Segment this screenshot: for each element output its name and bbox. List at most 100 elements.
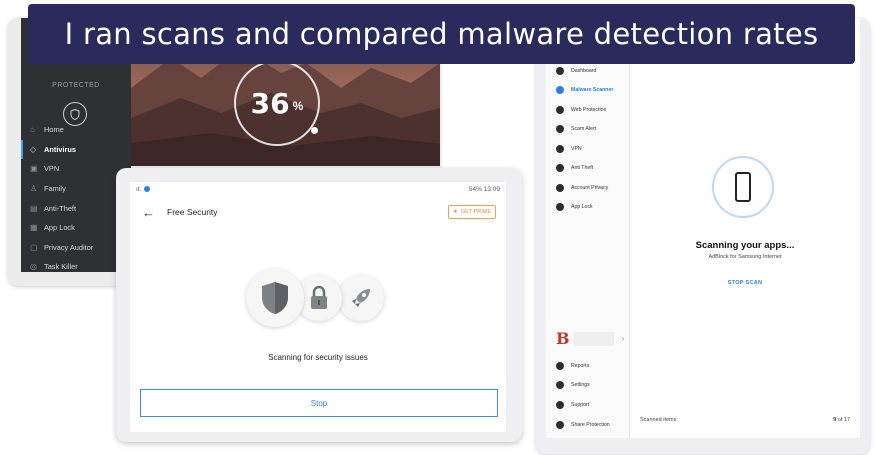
menu-item-privacy-auditor[interactable]: ▢ Privacy Auditor: [21, 238, 131, 258]
scan-subtitle: AdBlock for Samsung Internet: [708, 254, 782, 260]
scanned-items-footer: Scanned items: 9 of 17: [640, 417, 850, 423]
progress-indicator-dot: [311, 127, 318, 134]
anti-theft-icon: [556, 164, 564, 172]
menu-item-home[interactable]: ⌂ Home: [21, 120, 131, 140]
banner-title: I ran scans and compared malware detecti…: [64, 17, 819, 51]
sidebar-item-label: Anti Theft: [571, 165, 594, 171]
scanned-items-counter: 9 of 17: [833, 417, 850, 423]
stop-scan-button[interactable]: STOP SCAN: [630, 280, 860, 286]
scan-status-text: Scanning for security issues: [268, 353, 368, 362]
sidebar-item-label: Settings: [571, 382, 590, 388]
sidebar-item-support[interactable]: Support: [556, 401, 589, 409]
antivirus-menu: ⌂ Home ◇ Antivirus ▣ VPN ♙ Family ▤ Anti-Thef…: [21, 120, 131, 277]
scan-animation-circle: [712, 156, 774, 218]
sidebar-item-settings[interactable]: Settings: [556, 381, 590, 389]
chevron-right-icon: ›: [621, 334, 625, 343]
scanned-items-label: Scanned items:: [640, 417, 678, 423]
scanner-sidebar: Dashboard Malware Scanner Web Protection…: [546, 18, 630, 438]
scam-alert-icon: [556, 125, 564, 133]
title-banner: I ran scans and compared malware detecti…: [28, 4, 855, 64]
menu-item-label: App Lock: [44, 223, 75, 233]
app-notification-icon: [144, 186, 151, 192]
menu-item-label: VPN: [44, 164, 60, 174]
page-title: Free Security: [167, 207, 218, 217]
menu-item-family[interactable]: ♙ Family: [21, 179, 131, 199]
phone-icon: [735, 172, 751, 202]
signal-indicator: ıt.: [136, 185, 142, 193]
menu-item-label: Antivirus: [44, 144, 77, 154]
sidebar-item-vpn[interactable]: VPN: [556, 145, 582, 153]
account-switcher[interactable]: B ›: [556, 329, 624, 348]
sidebar-item-share-protection[interactable]: Share Protection: [556, 421, 610, 429]
privacy-icon: ▢: [30, 242, 38, 252]
stop-button[interactable]: Stop: [140, 389, 498, 417]
shield-icon: ◇: [30, 144, 37, 154]
menu-item-label: Task Killer: [44, 262, 78, 272]
sidebar-item-label: Support: [571, 402, 590, 408]
menu-item-label: Privacy Auditor: [44, 242, 94, 252]
percent-sign: %: [292, 99, 304, 113]
menu-item-task-killer[interactable]: ◎ Task Killer: [21, 257, 131, 277]
free-security-screenshot: ıt. 54% 13:09 ← Free Security ★ GET PRIM…: [116, 168, 522, 442]
brand-logo: B: [556, 329, 570, 348]
menu-item-label: Family: [44, 184, 66, 194]
sidebar-item-scam-alert[interactable]: Scam Alert: [556, 125, 596, 133]
share-icon: [556, 421, 564, 429]
get-prime-label: GET PRIME: [460, 209, 491, 215]
screenshot-collage: I ran scans and compared malware detecti…: [0, 0, 876, 455]
status-bar: ıt. 54% 13:09: [130, 182, 506, 196]
scan-progress-percent: 36: [250, 86, 290, 120]
security-feature-icons: [246, 265, 396, 331]
app-lock-icon: [556, 203, 564, 211]
free-security-screen: ıt. 54% 13:09 ← Free Security ★ GET PRIM…: [130, 182, 506, 432]
get-prime-button[interactable]: ★ GET PRIME: [447, 205, 496, 219]
sidebar-item-app-lock[interactable]: App Lock: [556, 203, 593, 211]
protection-status-label: PROTECTED: [52, 82, 100, 89]
anti-theft-icon: ▤: [30, 203, 38, 213]
dashboard-icon: [556, 67, 564, 75]
scanner-main-panel: Scanning your apps... AdBlock for Samsun…: [630, 18, 860, 438]
sidebar-item-label: Scam Alert: [571, 126, 597, 132]
sidebar-item-label: Share Protection: [571, 422, 610, 428]
sidebar-item-dashboard[interactable]: Dashboard: [556, 67, 596, 75]
scan-progress-ring: 36 %: [234, 60, 320, 146]
sidebar-item-web-protection[interactable]: Web Protection: [556, 106, 606, 114]
menu-item-vpn[interactable]: ▣ VPN: [21, 159, 131, 179]
sidebar-item-malware-scanner[interactable]: Malware Scanner: [556, 86, 613, 94]
menu-item-antivirus[interactable]: ◇ Antivirus: [21, 139, 131, 160]
sidebar-item-anti-theft[interactable]: Anti Theft: [556, 164, 593, 172]
shield-icon: [246, 269, 304, 327]
reports-icon: [556, 362, 564, 370]
sidebar-item-label: Account Privacy: [571, 185, 609, 191]
app-header: ← Free Security ★ GET PRIME: [130, 202, 506, 222]
gear-icon: [556, 381, 564, 389]
rocket-icon: [338, 275, 384, 321]
sidebar-item-label: Web Protection: [571, 107, 607, 113]
menu-item-app-lock[interactable]: ▦ App Lock: [21, 218, 131, 238]
account-privacy-icon: [556, 184, 564, 192]
family-icon: ♙: [30, 184, 38, 194]
support-icon: [556, 401, 564, 409]
scanned-total: of 17: [837, 417, 850, 423]
back-arrow-icon[interactable]: ←: [142, 205, 155, 220]
account-name-placeholder: [573, 331, 614, 346]
sidebar-item-label: Malware Scanner: [571, 87, 614, 93]
web-protection-icon: [556, 106, 564, 114]
sidebar-item-label: App Lock: [571, 204, 593, 210]
adblock-scanner-screenshot: Dashboard Malware Scanner Web Protection…: [536, 18, 870, 454]
sidebar-item-reports[interactable]: Reports: [556, 362, 589, 370]
menu-item-anti-theft[interactable]: ▤ Anti-Theft: [21, 198, 131, 218]
star-icon: ★: [452, 209, 458, 215]
malware-scanner-icon: [556, 86, 564, 94]
home-icon: ⌂: [30, 125, 35, 135]
scanned-count: 9: [833, 417, 837, 423]
vpn-icon: [556, 145, 564, 153]
sidebar-item-label: VPN: [571, 146, 582, 152]
menu-item-label: Anti-Theft: [44, 203, 77, 213]
menu-item-label: Home: [44, 125, 64, 135]
vpn-icon: ▣: [30, 164, 38, 174]
sidebar-item-account-privacy[interactable]: Account Privacy: [556, 184, 608, 192]
lock-icon: ▦: [30, 223, 38, 233]
status-bar-right: 54% 13:09: [468, 185, 500, 193]
status-bar-left: ıt.: [136, 185, 151, 193]
